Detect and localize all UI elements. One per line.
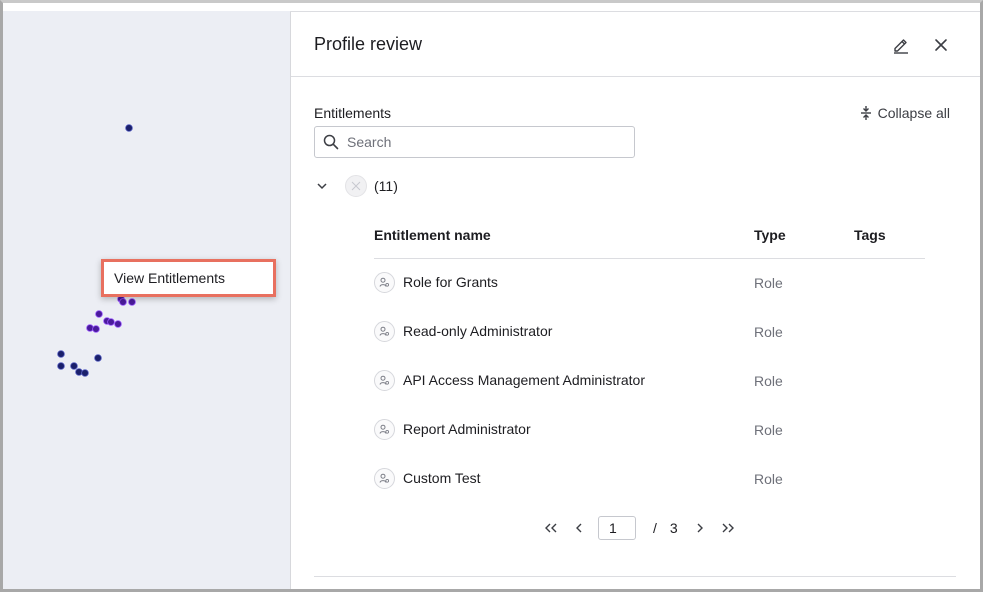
role-icon bbox=[374, 272, 395, 293]
table-row[interactable]: Custom Test Role bbox=[374, 455, 925, 504]
entitlement-name-link[interactable]: API Access Management Administrator bbox=[403, 372, 645, 388]
search-box[interactable] bbox=[314, 126, 635, 158]
pagination: / 3 bbox=[541, 516, 738, 540]
search-input[interactable] bbox=[347, 134, 627, 150]
graph-node[interactable] bbox=[107, 318, 115, 326]
total-pages: 3 bbox=[669, 520, 678, 536]
entitlement-type: Role bbox=[754, 275, 783, 291]
entitlement-name-link[interactable]: Read-only Administrator bbox=[403, 323, 552, 339]
graph-node[interactable] bbox=[70, 362, 78, 370]
close-icon bbox=[935, 39, 947, 51]
page-title: Profile review bbox=[314, 34, 423, 54]
graph-node[interactable] bbox=[95, 310, 103, 318]
role-icon bbox=[374, 321, 395, 342]
chevron-left-icon bbox=[576, 523, 582, 533]
role-icon bbox=[374, 468, 395, 489]
graph-node[interactable] bbox=[57, 350, 65, 358]
chevron-right-icon bbox=[697, 523, 703, 533]
graph-node[interactable] bbox=[92, 325, 100, 333]
graph-node[interactable] bbox=[119, 298, 127, 306]
graph-node[interactable] bbox=[57, 362, 65, 370]
collapse-all-button[interactable]: Collapse all bbox=[860, 105, 950, 121]
panel-header: Profile review bbox=[291, 11, 980, 77]
edit-button[interactable] bbox=[890, 34, 912, 56]
context-menu-view-entitlements[interactable]: View Entitlements bbox=[101, 259, 276, 297]
entitlement-name-link[interactable]: Custom Test bbox=[403, 470, 481, 486]
entitlements-table: Entitlement name Type Tags Role for Gran… bbox=[374, 216, 925, 504]
entitlement-type: Role bbox=[754, 324, 783, 340]
table-row[interactable]: Report Administrator Role bbox=[374, 406, 925, 455]
search-icon bbox=[323, 134, 339, 150]
previous-page-button[interactable] bbox=[569, 518, 589, 538]
graph-node[interactable] bbox=[94, 354, 102, 362]
table-row[interactable]: Read-only Administrator Role bbox=[374, 308, 925, 357]
group-count: (11) bbox=[374, 178, 398, 194]
next-page-button[interactable] bbox=[690, 518, 710, 538]
profile-review-panel: Profile review Entitlements Collapse all… bbox=[290, 11, 980, 589]
last-page-button[interactable] bbox=[718, 518, 738, 538]
entitlement-group-row: (11) bbox=[314, 174, 398, 198]
entitlements-label: Entitlements bbox=[314, 105, 392, 121]
double-chevron-right-icon bbox=[722, 523, 734, 533]
first-page-button[interactable] bbox=[541, 518, 561, 538]
role-icon bbox=[374, 419, 395, 440]
entitlement-type: Role bbox=[754, 422, 783, 438]
table-row[interactable]: API Access Management Administrator Role bbox=[374, 357, 925, 406]
column-header-tags[interactable]: Tags bbox=[854, 227, 886, 243]
double-chevron-left-icon bbox=[545, 523, 557, 533]
collapse-all-label: Collapse all bbox=[877, 105, 950, 121]
entitlement-type: Role bbox=[754, 471, 783, 487]
divider bbox=[290, 11, 980, 12]
window-frame: View Entitlements Profile review Entitle… bbox=[0, 0, 983, 592]
graph-canvas[interactable]: View Entitlements bbox=[3, 11, 290, 589]
graph-node[interactable] bbox=[114, 320, 122, 328]
table-row[interactable]: Role for Grants Role bbox=[374, 259, 925, 308]
graph-node[interactable] bbox=[125, 124, 133, 132]
entitlement-name-link[interactable]: Report Administrator bbox=[403, 421, 531, 437]
role-icon bbox=[374, 370, 395, 391]
group-placeholder-icon bbox=[345, 175, 367, 197]
graph-node[interactable] bbox=[128, 298, 136, 306]
page-number-input[interactable] bbox=[598, 516, 636, 540]
divider bbox=[314, 576, 956, 577]
chevron-down-icon[interactable] bbox=[314, 178, 330, 194]
pencil-icon bbox=[894, 39, 908, 54]
collapse-icon bbox=[860, 106, 871, 120]
close-button[interactable] bbox=[930, 34, 952, 56]
graph-svg[interactable] bbox=[3, 11, 290, 589]
column-header-type[interactable]: Type bbox=[754, 227, 786, 243]
entitlement-name-link[interactable]: Role for Grants bbox=[403, 274, 498, 290]
entitlement-type: Role bbox=[754, 373, 783, 389]
page-separator: / bbox=[653, 520, 657, 536]
graph-node[interactable] bbox=[81, 369, 89, 377]
column-header-name[interactable]: Entitlement name bbox=[374, 227, 491, 243]
table-header: Entitlement name Type Tags bbox=[374, 216, 925, 259]
